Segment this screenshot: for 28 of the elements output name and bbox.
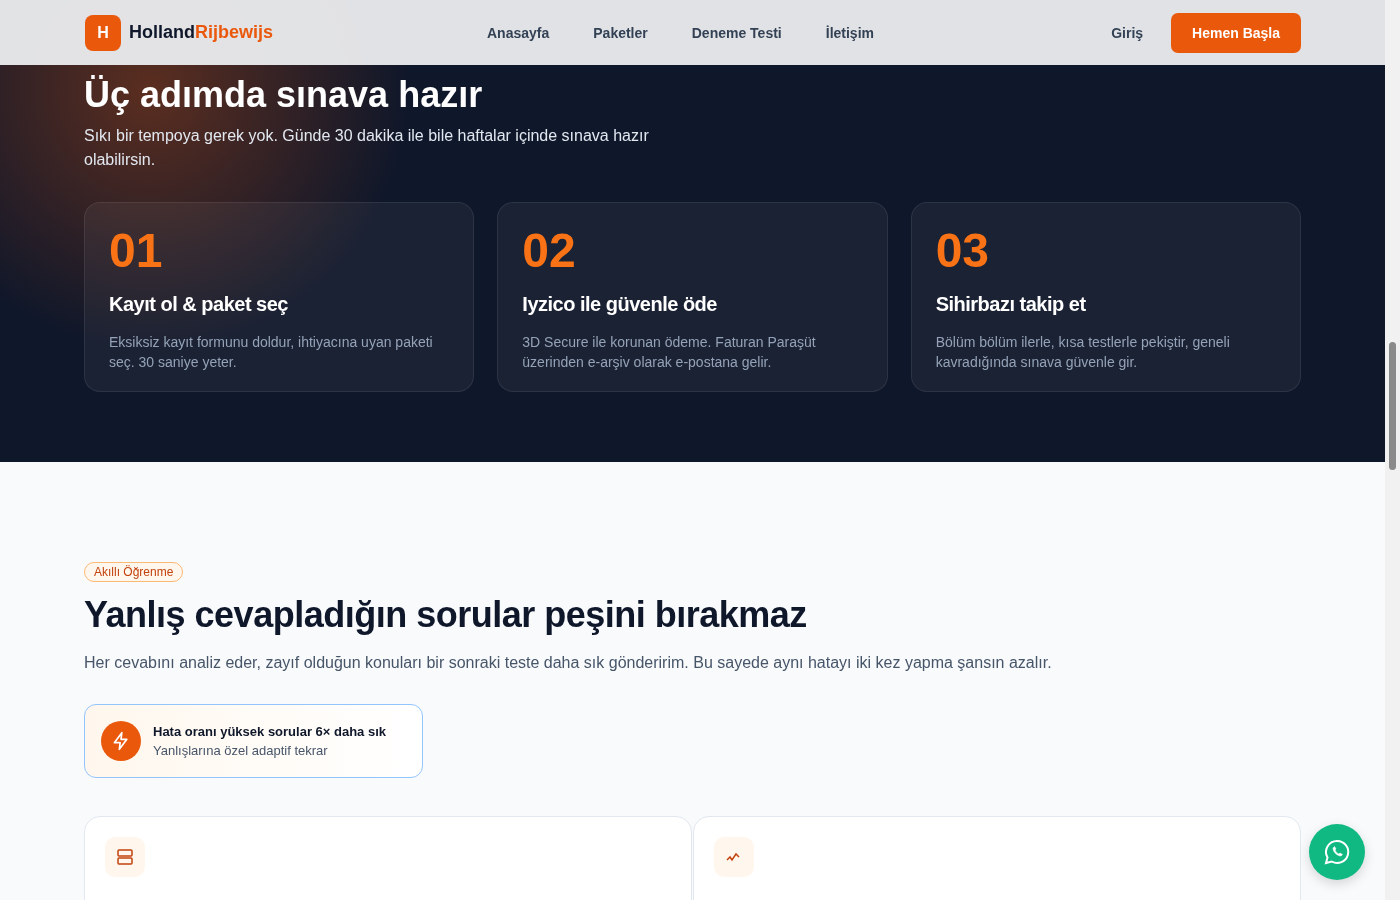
nav-link[interactable]: Paketler xyxy=(593,24,648,41)
logo-mark[interactable]: H xyxy=(85,14,121,51)
start-button[interactable]: Hemen Başla xyxy=(1171,12,1301,53)
logo-text[interactable]: HollandRijbewijs xyxy=(129,22,274,43)
step-title: Iyzico ile güvenle öde xyxy=(522,293,718,316)
highlight-subtitle: Yanlışlarına özel adaptif tekrar xyxy=(153,743,329,758)
step-text: 3D Secure ile korunan ödeme. Faturan Paraşüt üzerinden e-arşiv olarak e-postana gelir. xyxy=(522,333,817,372)
step-text: Eksiksiz kayıt formunu doldur, ihtiyacına uyan paketi seç. 30 saniye yeter. xyxy=(109,333,434,372)
chat-button[interactable] xyxy=(1309,824,1365,880)
layers-icon xyxy=(115,847,135,867)
step-title: Sihirbazı takip et xyxy=(935,293,1087,316)
section-text: Her cevabını analiz eder, zayıf olduğun konuları bir sonraki teste daha sık gönderirim. Bu sayede aynı hatayı iki kez yapma şansın azalır. xyxy=(84,654,1053,672)
lightning-icon xyxy=(101,721,141,761)
section-badge: Akıllı Öğrenme xyxy=(84,562,184,582)
step-number: 02 xyxy=(522,225,577,277)
nav-link[interactable]: İletişim xyxy=(825,24,874,41)
step-title: Kayıt ol & paket seç xyxy=(109,293,289,316)
login-link[interactable]: Giriş xyxy=(1111,24,1144,41)
nav-link[interactable]: Anasayfa xyxy=(487,24,550,41)
step-text: Bölüm bölüm ilerle, kısa testlerle pekiştir, geneli kavradığında sınava güvenle gir. xyxy=(935,333,1231,372)
chat-bubble-icon xyxy=(1322,837,1352,867)
section-title: Üç adımda sınava hazır xyxy=(84,74,484,116)
highlight-title: Hata oranı yüksek sorular 6× daha sık xyxy=(153,724,387,739)
section-subtitle: Sıkı bir tempoya gerek yok. Günde 30 dakika ile bile haftalar içinde sınava hazır olabilirsin. xyxy=(84,126,650,170)
nav-link[interactable]: Deneme Testi xyxy=(691,24,782,41)
section-title: Yanlış cevapladığın sorular peşini bırakmaz xyxy=(84,593,808,637)
step-number: 03 xyxy=(935,225,991,277)
step-number: 01 xyxy=(109,225,164,277)
